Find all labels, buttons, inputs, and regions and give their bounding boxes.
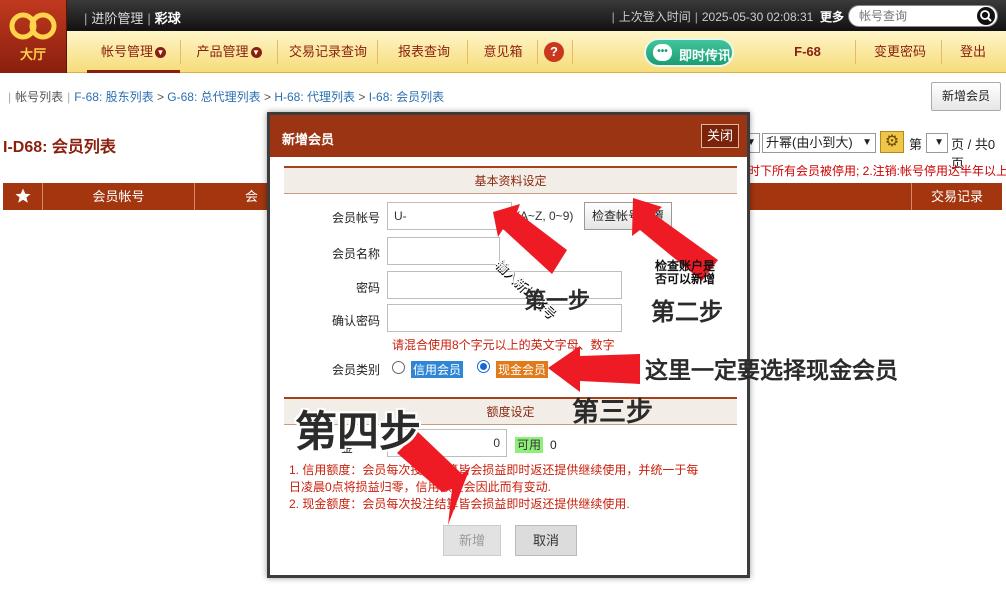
account-search[interactable] (848, 5, 998, 27)
nav-divider (572, 40, 573, 64)
breadcrumb-root: 帐号列表 (15, 90, 64, 104)
nav-change-password[interactable]: 变更密码 (859, 31, 941, 73)
nav-divider (180, 40, 181, 64)
help-icon[interactable]: ? (544, 42, 564, 62)
status-notice: 时下所有会员被停用; 2.注销:帐号停用达半年以上 (748, 164, 1006, 178)
settings-button[interactable]: ⚙ (880, 131, 904, 153)
dialog-header: 新增会员 关闭 (270, 115, 747, 157)
new-member-button[interactable]: 新增会员 (931, 82, 1001, 111)
confirm-password-label: 确认密码 (331, 314, 380, 328)
nav-divider (537, 40, 538, 64)
sort-order-value: 升幂(由小到大) (766, 135, 853, 150)
dialog-close-button[interactable]: 关闭 (701, 124, 739, 148)
annotation-check-note-line2: 否可以新增 (655, 272, 716, 286)
nav-divider (855, 40, 856, 64)
rule-credit-line2: 日凌晨0点将损益归零，信用额度会因此而有变动. (289, 480, 552, 494)
nav-divider (377, 40, 378, 64)
password-note: 请混合使用8个字元以上的英文字母、数字 (392, 338, 615, 352)
submit-button[interactable]: 新增 (443, 525, 501, 556)
credit-member-radio[interactable] (392, 361, 405, 374)
cancel-button[interactable]: 取消 (515, 525, 577, 556)
logo-text: 大厅 (19, 47, 46, 62)
account-hint: (A~Z, 0~9) (516, 209, 574, 223)
chat-bubble-icon: ••• (653, 44, 672, 61)
account-label: 会员帐号 (331, 211, 380, 225)
search-icon[interactable] (977, 7, 995, 25)
nav-product-mgmt-label: 产品管理 (196, 44, 249, 59)
nav-account-mgmt[interactable]: 帐号管理 ▼ (87, 31, 180, 73)
col-account-name[interactable]: 会员 (195, 183, 269, 231)
available-label: 可用 (515, 437, 544, 453)
nav-transactions[interactable]: 交易记录查询 (281, 31, 375, 73)
more-link[interactable]: 更多 (820, 10, 844, 24)
page-title: I-D68: 会员列表 (3, 139, 116, 156)
rule-credit-line1: 1. 信用额度：会员每次投注结算皆会损益即时返还提供继续使用，并统一于每 (289, 463, 699, 477)
nav-divider (467, 40, 468, 64)
cash-member-radio[interactable] (477, 360, 490, 373)
nav-account-mgmt-label: 帐号管理 (100, 44, 153, 59)
nav-divider (277, 40, 278, 64)
annotation-step3: 第三步 (572, 397, 653, 428)
top-bar: | 进阶管理 | 彩球 | 上次登入时间 | 2025-05-30 02:08:31 更多 (0, 0, 1006, 31)
category-label: 会员类别 (331, 363, 380, 377)
lobby-logo[interactable]: 大厅 (0, 0, 67, 73)
annotation-step2: 第二步 (651, 297, 723, 326)
cash-member-label[interactable]: 现金会员 (496, 361, 549, 378)
credit-member-label[interactable]: 信用会员 (411, 361, 464, 378)
page-prefix: 第 (909, 137, 923, 152)
check-duplicate-button[interactable]: 检查帐号重覆 (584, 202, 672, 230)
account-field[interactable] (387, 202, 512, 230)
advanced-mgmt-link[interactable]: 进阶管理 (91, 11, 143, 26)
chevron-down-icon: ▼ (155, 47, 166, 58)
annotation-must-select-cash: 这里一定要选择现金会员 (645, 357, 898, 384)
col-transactions[interactable]: 交易记录 (911, 183, 1002, 210)
new-member-dialog: 新增会员 关闭 基本资料设定 会员帐号 (A~Z, 0~9) 检查帐号重覆 会员… (267, 112, 750, 578)
dialog-title: 新增会员 (282, 132, 335, 147)
rule-cash: 2. 现金额度：会员每次投注结算皆会损益即时返还提供继续使用. (289, 497, 630, 511)
nav-product-mgmt[interactable]: 产品管理 ▼ (184, 31, 274, 73)
annotation-step4: 第四步 (295, 407, 422, 456)
annotation-check-note: 检查账户是 否可以新增 (655, 260, 715, 286)
chevron-down-icon: ▼ (250, 47, 262, 58)
last-login-time: 2025-05-30 02:08:31 (701, 10, 814, 24)
sort-order-select[interactable]: 升幂(由小到大) ▼ (762, 133, 876, 153)
star-icon[interactable] (3, 183, 43, 210)
basic-info-section: 基本资料设定 (284, 166, 737, 194)
game-type-label[interactable]: 彩球 (155, 11, 181, 26)
top-bar-right: | 上次登入时间 | 2025-05-30 02:08:31 更多 (611, 10, 844, 24)
account-search-input[interactable] (859, 9, 969, 23)
nav-reports[interactable]: 报表查询 (381, 31, 467, 73)
gear-icon: ⚙ (884, 133, 900, 150)
nav-feedback[interactable]: 意见箱 (471, 31, 535, 73)
page-select[interactable]: ▼ (926, 133, 948, 153)
breadcrumb-item[interactable]: I-68: 会员列表 (369, 90, 444, 104)
breadcrumb-item[interactable]: H-68: 代理列表 (274, 90, 355, 104)
col-account[interactable]: 会员帐号 (43, 183, 195, 210)
name-label: 会员名称 (331, 247, 380, 261)
chat-button[interactable]: ••• 即时传讯 (644, 38, 734, 67)
breadcrumb: | 帐号列表 | F-68: 股东列表 > G-68: 总代理列表 > H-68: 代… (8, 90, 445, 104)
name-field[interactable] (387, 237, 500, 265)
chevron-down-icon: ▼ (862, 137, 872, 148)
chat-button-label: 即时传讯 (679, 48, 732, 63)
password-label: 密码 (355, 281, 380, 295)
nav-divider (941, 40, 942, 64)
annotation-check-note-line1: 检查账户是 (655, 259, 716, 273)
top-bar-left: | 进阶管理 | 彩球 (84, 11, 181, 26)
annotation-step1: 第一步 (524, 288, 591, 314)
nav-logout[interactable]: 登出 (945, 31, 1001, 73)
available-value: 0 (550, 438, 557, 452)
breadcrumb-item[interactable]: G-68: 总代理列表 (167, 90, 260, 104)
nav-user-code: F-68 (794, 44, 821, 59)
last-login-label: 上次登入时间 (618, 10, 691, 24)
main-nav: 帐号管理 ▼ 产品管理 ▼ 交易记录查询 报表查询 意见箱 ? ••• 即时传讯 F… (67, 31, 1006, 73)
chevron-down-icon: ▼ (934, 137, 944, 148)
breadcrumb-item[interactable]: F-68: 股东列表 (74, 90, 153, 104)
logo-icon (9, 12, 57, 40)
